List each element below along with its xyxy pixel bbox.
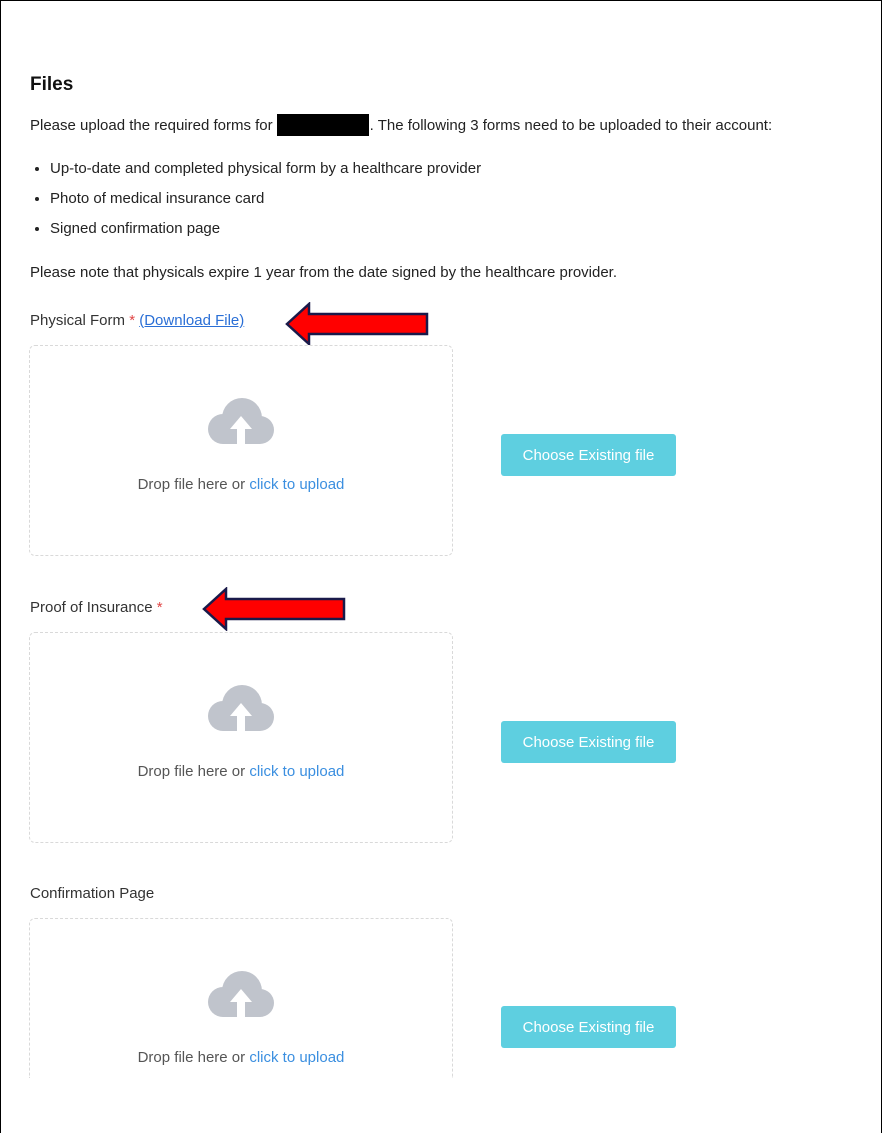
intro-text: Please upload the required forms for . Th… xyxy=(30,114,772,136)
physical-form-label-text: Physical Form xyxy=(30,312,126,329)
proof-of-insurance-label: Proof of Insurance * xyxy=(30,599,163,616)
red-arrow-annotation-icon xyxy=(202,587,346,631)
cloud-upload-icon xyxy=(208,971,274,1017)
choose-existing-file-button[interactable]: Choose Existing file xyxy=(501,1006,676,1048)
confirmation-page-label: Confirmation Page xyxy=(30,885,154,902)
list-item: Photo of medical insurance card xyxy=(50,188,481,218)
click-to-upload-link[interactable]: click to upload xyxy=(249,1049,344,1066)
confirmation-page-label-text: Confirmation Page xyxy=(30,885,155,902)
redacted-name xyxy=(276,114,369,136)
required-forms-list: Up-to-date and completed physical form b… xyxy=(30,158,481,248)
cloud-upload-icon xyxy=(208,398,274,444)
required-mark: * xyxy=(129,312,136,329)
proof-of-insurance-label-text: Proof of Insurance xyxy=(30,599,153,616)
drop-instructions: Drop file here or click to upload xyxy=(30,476,452,493)
choose-existing-file-button[interactable]: Choose Existing file xyxy=(501,434,676,476)
intro-text-before: Please upload the required forms for xyxy=(30,117,273,134)
cloud-upload-icon xyxy=(208,685,274,731)
drop-text: Drop file here or xyxy=(137,476,246,493)
click-to-upload-link[interactable]: click to upload xyxy=(249,763,344,780)
red-arrow-annotation-icon xyxy=(285,302,429,346)
list-item: Signed confirmation page xyxy=(50,218,481,248)
required-mark: * xyxy=(156,599,163,616)
drop-instructions: Drop file here or click to upload xyxy=(30,1049,452,1066)
choose-existing-file-button[interactable]: Choose Existing file xyxy=(501,721,676,763)
physical-form-dropzone[interactable]: Drop file here or click to upload xyxy=(29,345,453,556)
drop-text: Drop file here or xyxy=(137,763,246,780)
download-file-link[interactable]: (Download File) xyxy=(139,312,244,329)
section-title: Files xyxy=(30,74,74,95)
confirmation-page-dropzone[interactable]: Drop file here or click to upload xyxy=(29,918,453,1078)
list-item: Up-to-date and completed physical form b… xyxy=(50,158,481,188)
drop-text: Drop file here or xyxy=(137,1049,246,1066)
intro-text-after: . The following 3 forms need to be uploa… xyxy=(369,117,773,134)
drop-instructions: Drop file here or click to upload xyxy=(30,763,452,780)
click-to-upload-link[interactable]: click to upload xyxy=(249,476,344,493)
proof-of-insurance-dropzone[interactable]: Drop file here or click to upload xyxy=(29,632,453,843)
expiry-note: Please note that physicals expire 1 year… xyxy=(30,264,618,281)
physical-form-label: Physical Form * (Download File) xyxy=(30,312,244,329)
